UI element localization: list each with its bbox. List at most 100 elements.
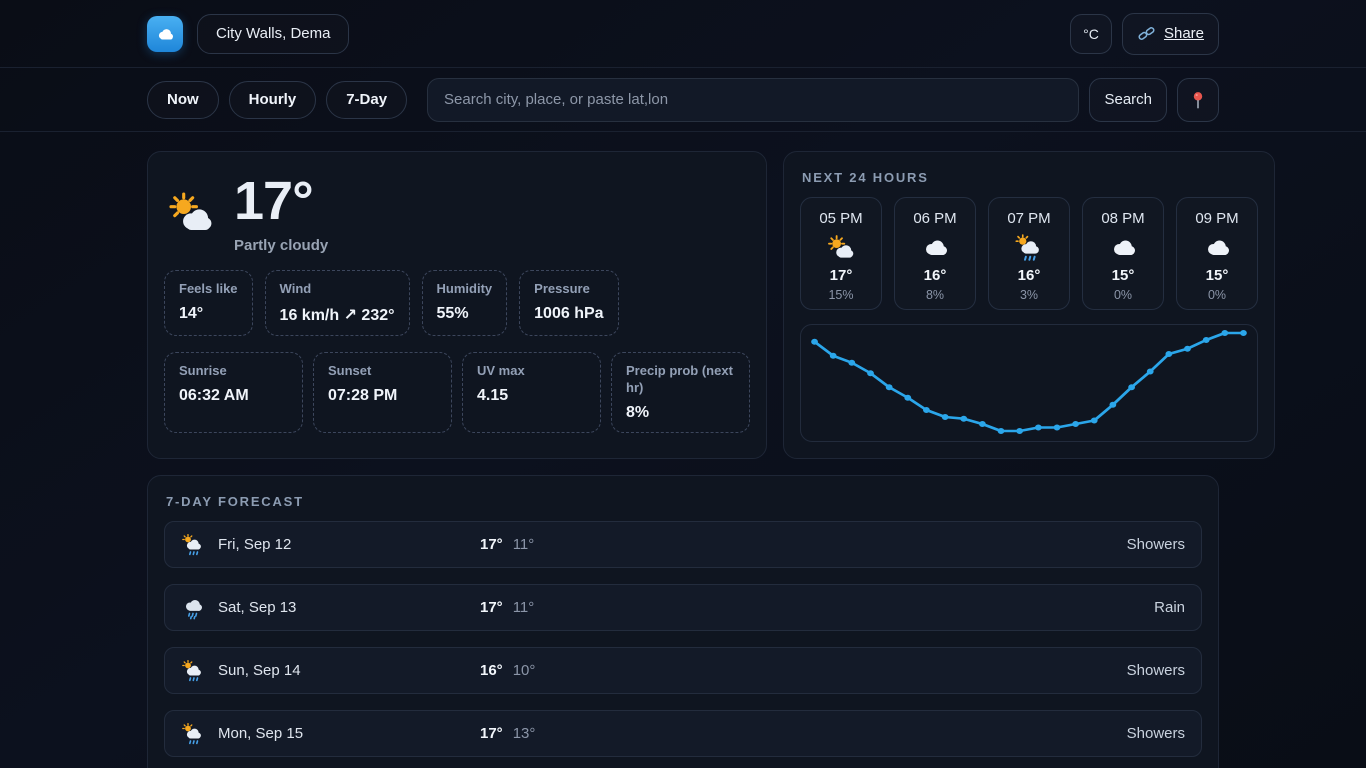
stat-value: 8% <box>626 404 735 422</box>
stat-value: 14° <box>179 305 238 323</box>
cloud-icon <box>153 22 177 46</box>
hour-temp: 16° <box>895 267 975 284</box>
next-24-hours-card: NEXT 24 HOURS 05 PM 17° 15%06 PM 16° 8%0… <box>783 151 1275 459</box>
tab-now[interactable]: Now <box>147 81 219 119</box>
day-low-temp: 13° <box>513 725 536 742</box>
showers-icon <box>181 722 205 746</box>
stat-chip: Sunrise 06:32 AM <box>164 352 303 433</box>
location-title-pill[interactable]: City Walls, Dema <box>197 14 349 54</box>
search-button[interactable]: Search <box>1089 78 1167 122</box>
day-row[interactable]: Fri, Sep 12 17° 11° Showers <box>164 521 1202 568</box>
day-condition: Showers <box>1127 662 1185 679</box>
location-title: City Walls, Dema <box>216 25 330 42</box>
stat-chip: Pressure 1006 hPa <box>519 270 618 336</box>
locate-pin-button[interactable] <box>1177 78 1219 122</box>
stat-label: Feels like <box>179 281 238 298</box>
stat-label: Humidity <box>437 281 493 298</box>
rain-icon <box>181 596 205 620</box>
cloud-icon <box>1108 233 1138 263</box>
stat-value: 07:28 PM <box>328 387 437 405</box>
day-high-temp: 17° <box>480 725 503 742</box>
current-condition: Partly cloudy <box>234 237 328 254</box>
showers-icon <box>1014 233 1044 263</box>
day-condition: Rain <box>1154 599 1185 616</box>
stat-value: 06:32 AM <box>179 387 288 405</box>
stat-label: Wind <box>280 281 395 298</box>
day-low-temp: 11° <box>513 599 535 616</box>
day-row[interactable]: Sun, Sep 14 16° 10° Showers <box>164 647 1202 694</box>
partly-cloudy-icon <box>826 233 856 263</box>
day-high-temp: 16° <box>480 662 503 679</box>
current-stats-row-2: Sunrise 06:32 AMSunset 07:28 PMUV max 4.… <box>164 352 750 433</box>
hour-precip: 8% <box>895 288 975 302</box>
stat-value: 55% <box>437 305 493 323</box>
current-temp: 17° <box>234 174 328 228</box>
hour-time: 09 PM <box>1177 210 1257 227</box>
stat-chip: Precip prob (next hr) 8% <box>611 352 750 433</box>
share-button[interactable]: Share <box>1122 13 1219 55</box>
day-name: Sat, Sep 13 <box>218 599 480 616</box>
round-pushpin-icon <box>1187 89 1209 111</box>
hour-chip: 08 PM 15° 0% <box>1082 197 1164 310</box>
day-name: Fri, Sep 12 <box>218 536 480 553</box>
hourly-strip: 05 PM 17° 15%06 PM 16° 8%07 PM 16° 3%08 … <box>800 197 1258 310</box>
stat-chip: Sunset 07:28 PM <box>313 352 452 433</box>
showers-icon <box>181 659 205 683</box>
hour-time: 08 PM <box>1083 210 1163 227</box>
stat-value: 16 km/h ↗ 232° <box>280 305 395 325</box>
next-24-hours-title: NEXT 24 HOURS <box>802 170 1258 185</box>
seven-day-title: 7-DAY FORECAST <box>166 494 1202 509</box>
day-rows: Fri, Sep 12 17° 11° Showers Sat, Sep 13 … <box>164 521 1202 757</box>
hour-precip: 0% <box>1177 288 1257 302</box>
hour-time: 05 PM <box>801 210 881 227</box>
hour-temp: 15° <box>1083 267 1163 284</box>
temperature-line-chart <box>801 325 1257 441</box>
cloud-icon <box>1202 233 1232 263</box>
day-condition: Showers <box>1127 725 1185 742</box>
hour-time: 07 PM <box>989 210 1069 227</box>
hour-chip: 06 PM 16° 8% <box>894 197 976 310</box>
unit-toggle-button[interactable]: °C <box>1070 14 1112 54</box>
day-high-temp: 17° <box>480 536 503 553</box>
stat-chip: Wind 16 km/h ↗ 232° <box>265 270 410 336</box>
hour-chip: 05 PM 17° 15% <box>800 197 882 310</box>
search-input[interactable] <box>427 78 1079 122</box>
stat-chip: UV max 4.15 <box>462 352 601 433</box>
stat-label: Sunrise <box>179 363 288 380</box>
day-condition: Showers <box>1127 536 1185 553</box>
stat-label: UV max <box>477 363 586 380</box>
tab-7day[interactable]: 7-Day <box>326 81 407 119</box>
day-low-temp: 10° <box>513 662 536 679</box>
day-high-temp: 17° <box>480 599 503 616</box>
stat-chip: Humidity 55% <box>422 270 508 336</box>
hour-precip: 0% <box>1083 288 1163 302</box>
stat-label: Sunset <box>328 363 437 380</box>
day-low-temp: 11° <box>513 536 535 553</box>
app-logo <box>147 16 183 52</box>
hour-chip: 07 PM 16° 3% <box>988 197 1070 310</box>
hour-temp: 15° <box>1177 267 1257 284</box>
day-row[interactable]: Mon, Sep 15 17° 13° Showers <box>164 710 1202 757</box>
stat-label: Pressure <box>534 281 603 298</box>
hour-precip: 15% <box>801 288 881 302</box>
weather-app: City Walls, Dema °C Share Now Hourly 7-D… <box>0 0 1366 768</box>
link-icon <box>1137 24 1156 43</box>
hour-time: 06 PM <box>895 210 975 227</box>
current-stats-row-1: Feels like 14°Wind 16 km/h ↗ 232°Humidit… <box>164 270 750 336</box>
stat-chip: Feels like 14° <box>164 270 253 336</box>
current-conditions-card: 17° Partly cloudy Feels like 14°Wind 16 … <box>147 151 767 459</box>
stat-label: Precip prob (next hr) <box>626 363 735 397</box>
share-label: Share <box>1164 25 1204 42</box>
top-actions: °C Share <box>1070 13 1219 55</box>
stat-value: 1006 hPa <box>534 305 603 323</box>
hour-temp: 17° <box>801 267 881 284</box>
partly-cloudy-icon <box>166 189 216 239</box>
day-name: Sun, Sep 14 <box>218 662 480 679</box>
temperature-trend-chart <box>800 324 1258 442</box>
tab-hourly[interactable]: Hourly <box>229 81 317 119</box>
cloud-icon <box>920 233 950 263</box>
day-name: Mon, Sep 15 <box>218 725 480 742</box>
day-row[interactable]: Sat, Sep 13 17° 11° Rain <box>164 584 1202 631</box>
nav-bar: Now Hourly 7-Day Search <box>0 68 1366 132</box>
brand: City Walls, Dema <box>147 14 349 54</box>
